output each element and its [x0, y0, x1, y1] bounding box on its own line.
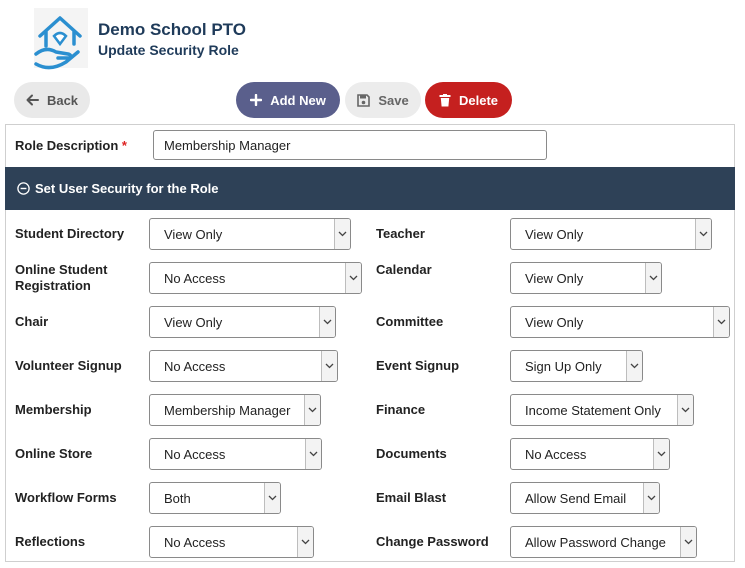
role-description-label: Role Description * — [15, 138, 127, 153]
page-header: Demo School PTO Update Security Role — [0, 0, 745, 80]
online-student-registration-select[interactable]: No Access — [149, 262, 362, 294]
event-signup-selected-value: Sign Up Only — [525, 358, 602, 374]
email-blast-select[interactable]: Allow Send Email — [510, 482, 660, 514]
org-title: Demo School PTO — [98, 20, 246, 39]
student-directory-selected-value: View Only — [164, 226, 223, 242]
workflow-forms-label: Workflow Forms — [15, 490, 117, 505]
page-title: Update Security Role — [98, 42, 239, 58]
calendar-label: Calendar — [376, 262, 432, 277]
documents-label: Documents — [376, 446, 447, 461]
required-marker: * — [121, 138, 127, 153]
save-button[interactable]: Save — [345, 82, 421, 118]
chair-selected-value: View Only — [164, 314, 223, 330]
teacher-select[interactable]: View Only — [510, 218, 712, 250]
online-store-selected-value: No Access — [164, 446, 226, 462]
online-student-registration-label: Online Student Registration — [15, 262, 108, 293]
role-description-input[interactable] — [153, 130, 547, 160]
volunteer-signup-label: Volunteer Signup — [15, 358, 122, 373]
add-new-button-label: Add New — [270, 92, 326, 108]
teacher-label: Teacher — [376, 226, 425, 241]
chevron-down-icon[interactable] — [680, 527, 696, 557]
online-student-registration-selected-value: No Access — [164, 270, 226, 286]
volunteer-signup-select[interactable]: No Access — [149, 350, 338, 382]
chevron-down-icon[interactable] — [305, 439, 321, 469]
chevron-down-icon[interactable] — [304, 395, 320, 425]
reflections-select[interactable]: No Access — [149, 526, 314, 558]
workflow-forms-select[interactable]: Both — [149, 482, 281, 514]
back-button-label: Back — [46, 92, 79, 108]
chevron-down-icon[interactable] — [321, 351, 337, 381]
membership-selected-value: Membership Manager — [164, 402, 291, 418]
finance-selected-value: Income Statement Only — [525, 402, 661, 418]
back-button[interactable]: Back — [14, 82, 90, 118]
event-signup-label: Event Signup — [376, 358, 460, 373]
floppy-disk-icon — [357, 93, 371, 107]
committee-label: Committee — [376, 314, 444, 329]
chevron-down-icon[interactable] — [643, 483, 659, 513]
student-directory-select[interactable]: View Only — [149, 218, 351, 250]
volunteer-signup-selected-value: No Access — [164, 358, 226, 374]
chevron-down-icon[interactable] — [334, 219, 350, 249]
documents-selected-value: No Access — [525, 446, 587, 462]
reflections-selected-value: No Access — [164, 534, 226, 550]
change-password-label: Change Password — [376, 534, 489, 549]
chevron-down-icon[interactable] — [695, 219, 711, 249]
section-header-user-security[interactable]: Set User Security for the Role — [5, 167, 735, 210]
chair-label: Chair — [15, 314, 49, 329]
calendar-select[interactable]: View Only — [510, 262, 662, 294]
chevron-down-icon[interactable] — [677, 395, 693, 425]
delete-button-label: Delete — [458, 92, 499, 108]
documents-select[interactable]: No Access — [510, 438, 670, 470]
delete-button[interactable]: Delete — [425, 82, 512, 118]
chevron-down-icon[interactable] — [264, 483, 280, 513]
plus-icon — [250, 94, 263, 106]
minus-circle-icon — [17, 182, 30, 195]
trash-icon — [439, 93, 451, 107]
online-store-label: Online Store — [15, 446, 93, 461]
chevron-down-icon[interactable] — [626, 351, 642, 381]
finance-select[interactable]: Income Statement Only — [510, 394, 694, 426]
chevron-down-icon[interactable] — [319, 307, 335, 337]
calendar-selected-value: View Only — [525, 270, 584, 286]
event-signup-select[interactable]: Sign Up Only — [510, 350, 643, 382]
online-store-select[interactable]: No Access — [149, 438, 322, 470]
email-blast-label: Email Blast — [376, 490, 447, 505]
add-new-button[interactable]: Add New — [236, 82, 340, 118]
email-blast-selected-value: Allow Send Email — [525, 490, 627, 506]
house-hand-icon — [30, 6, 90, 70]
change-password-selected-value: Allow Password Change — [525, 534, 666, 550]
role-description-row: Role Description * — [5, 124, 735, 167]
teacher-selected-value: View Only — [525, 226, 584, 242]
chevron-down-icon[interactable] — [713, 307, 729, 337]
reflections-label: Reflections — [15, 534, 86, 549]
membership-label: Membership — [15, 402, 92, 417]
workflow-forms-selected-value: Both — [164, 490, 191, 506]
save-button-label: Save — [378, 92, 409, 108]
chevron-down-icon[interactable] — [645, 263, 661, 293]
chair-select[interactable]: View Only — [149, 306, 336, 338]
chevron-down-icon[interactable] — [345, 263, 361, 293]
student-directory-label: Student Directory — [15, 226, 125, 241]
finance-label: Finance — [376, 402, 426, 417]
committee-select[interactable]: View Only — [510, 306, 730, 338]
chevron-down-icon[interactable] — [653, 439, 669, 469]
arrow-left-icon — [26, 94, 39, 106]
chevron-down-icon[interactable] — [297, 527, 313, 557]
committee-selected-value: View Only — [525, 314, 584, 330]
change-password-select[interactable]: Allow Password Change — [510, 526, 697, 558]
section-title: Set User Security for the Role — [35, 181, 219, 196]
membership-select[interactable]: Membership Manager — [149, 394, 321, 426]
